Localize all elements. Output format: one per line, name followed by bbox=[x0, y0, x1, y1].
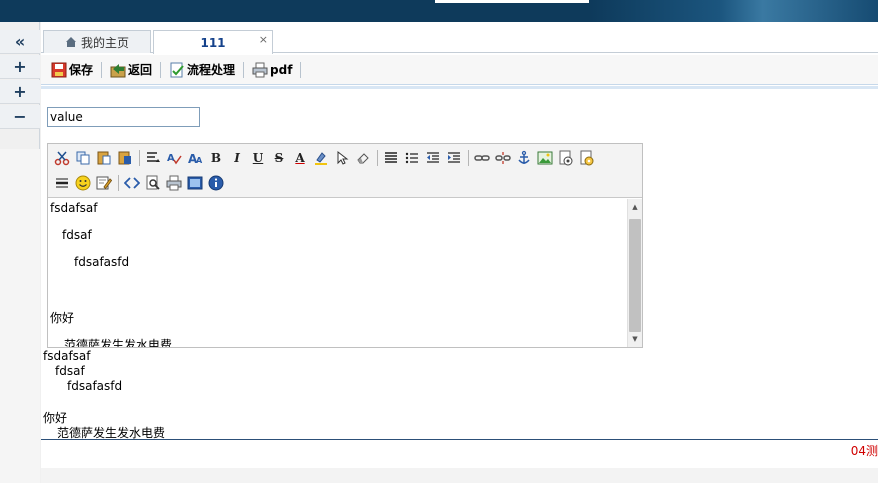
indent-icon[interactable] bbox=[444, 148, 464, 168]
scroll-up-icon[interactable]: ▲ bbox=[628, 200, 642, 214]
link-icon[interactable] bbox=[472, 148, 492, 168]
home-icon bbox=[65, 37, 77, 47]
top-banner bbox=[0, 0, 878, 22]
scroll-thumb[interactable] bbox=[629, 219, 641, 332]
save-icon bbox=[51, 62, 67, 77]
collapse-sidebar-button[interactable]: « bbox=[0, 30, 40, 54]
toolbar-divider bbox=[101, 61, 103, 78]
close-icon[interactable]: × bbox=[259, 33, 268, 46]
toolbar-separator bbox=[377, 150, 378, 166]
strikethrough-icon[interactable]: S bbox=[269, 148, 289, 168]
outdent-icon[interactable] bbox=[423, 148, 443, 168]
justify-icon[interactable] bbox=[381, 148, 401, 168]
editor-scrollbar[interactable]: ▲ ▼ bbox=[627, 199, 642, 347]
source-icon[interactable] bbox=[122, 173, 142, 193]
italic-icon[interactable]: I bbox=[227, 148, 247, 168]
banner-decoration bbox=[590, 0, 878, 22]
svg-text:A: A bbox=[196, 156, 203, 165]
select-icon[interactable] bbox=[332, 148, 352, 168]
expand-button-1[interactable]: + bbox=[0, 55, 40, 79]
template-icon[interactable] bbox=[94, 173, 114, 193]
plus-icon: + bbox=[13, 57, 27, 76]
preview-divider bbox=[41, 439, 878, 440]
plus-icon: + bbox=[13, 82, 27, 101]
status-text: 04测 bbox=[850, 444, 878, 458]
editor-toolbar: A AA B I U S A bbox=[48, 144, 642, 198]
editor-toolbar-row-2 bbox=[52, 172, 227, 194]
about-icon[interactable] bbox=[206, 173, 226, 193]
action-toolbar: 保存 返回 流程处理 pdf bbox=[41, 55, 878, 85]
anchor-icon[interactable] bbox=[514, 148, 534, 168]
toolbar-separator bbox=[118, 175, 119, 191]
tab-bar: 我的主页 111 × bbox=[41, 22, 878, 54]
fullscreen-icon[interactable] bbox=[185, 173, 205, 193]
banner-stripe bbox=[435, 0, 589, 3]
underline-icon[interactable]: U bbox=[248, 148, 268, 168]
toolbar-underline bbox=[41, 86, 878, 89]
rich-text-editor: A AA B I U S A fsdafsaf fdsaf fdsafasfd … bbox=[47, 143, 643, 348]
preview-line: fsdafsaf bbox=[43, 349, 91, 363]
bold-icon[interactable]: B bbox=[206, 148, 226, 168]
left-sidebar: « + + − bbox=[0, 22, 40, 483]
align-icon[interactable] bbox=[143, 148, 163, 168]
toolbar-divider bbox=[160, 61, 162, 78]
editor-line: 你好 bbox=[50, 311, 75, 325]
horizontal-rule-icon[interactable] bbox=[52, 173, 72, 193]
collapse-button[interactable]: − bbox=[0, 105, 40, 129]
pdf-button[interactable]: pdf bbox=[252, 62, 292, 78]
toolbar-divider bbox=[300, 61, 302, 78]
workflow-icon bbox=[170, 62, 184, 77]
preview-line: fdsafasfd bbox=[67, 379, 123, 393]
sidebar-lower-panel bbox=[0, 149, 40, 483]
main-panel: 我的主页 111 × 保存 返回 流程处理 pdf value A A A B … bbox=[41, 22, 878, 483]
print-icon[interactable] bbox=[164, 173, 184, 193]
preview-line: fdsaf bbox=[55, 364, 85, 378]
media-icon[interactable] bbox=[577, 148, 597, 168]
unordered-list-icon[interactable] bbox=[402, 148, 422, 168]
copy-icon[interactable] bbox=[73, 148, 93, 168]
tab-111[interactable]: 111 × bbox=[153, 30, 273, 54]
paste-word-icon[interactable] bbox=[115, 148, 135, 168]
scroll-down-icon[interactable]: ▼ bbox=[628, 332, 642, 346]
double-chevron-left-icon: « bbox=[14, 32, 26, 51]
tab-label: 我的主页 bbox=[80, 35, 129, 50]
editor-line: fdsafasfd bbox=[74, 255, 130, 269]
spellcheck-icon[interactable]: A bbox=[164, 148, 184, 168]
minus-icon: − bbox=[13, 107, 27, 126]
font-color-icon[interactable]: A bbox=[290, 148, 310, 168]
eraser-icon[interactable] bbox=[353, 148, 373, 168]
editor-line: fsdafsaf bbox=[50, 201, 98, 215]
editor-line: fdsaf bbox=[62, 228, 92, 242]
tab-label: 111 bbox=[200, 35, 226, 50]
back-icon bbox=[110, 63, 126, 77]
image-icon[interactable] bbox=[535, 148, 555, 168]
save-button[interactable]: 保存 bbox=[51, 61, 93, 78]
editor-line: 范德萨发生发水电费 bbox=[64, 338, 173, 347]
flash-icon[interactable] bbox=[556, 148, 576, 168]
toolbar-separator bbox=[468, 150, 469, 166]
emoticon-icon[interactable] bbox=[73, 173, 93, 193]
printer-icon bbox=[252, 62, 268, 77]
bottom-bar bbox=[41, 468, 878, 483]
expand-button-2[interactable]: + bbox=[0, 80, 40, 104]
value-field[interactable] bbox=[47, 107, 200, 127]
tab-home[interactable]: 我的主页 bbox=[43, 30, 151, 53]
editor-toolbar-row-1: A AA B I U S A bbox=[52, 147, 598, 169]
toolbar-divider bbox=[243, 61, 245, 78]
content-preview: fsdafsaf fdsaf fdsafasfd 你好 范德萨发生发水电费 bbox=[41, 348, 878, 440]
back-button[interactable]: 返回 bbox=[110, 61, 152, 78]
toolbar-separator bbox=[139, 150, 140, 166]
highlight-icon[interactable] bbox=[311, 148, 331, 168]
editor-content[interactable]: fsdafsaf fdsaf fdsafasfd 你好 范德萨发生发水电费 bbox=[48, 199, 628, 347]
paste-icon[interactable] bbox=[94, 148, 114, 168]
svg-text:A: A bbox=[167, 153, 175, 164]
cut-icon[interactable] bbox=[52, 148, 72, 168]
font-size-icon[interactable]: AA bbox=[185, 148, 205, 168]
preview-icon[interactable] bbox=[143, 173, 163, 193]
unlink-icon[interactable] bbox=[493, 148, 513, 168]
workflow-button[interactable]: 流程处理 bbox=[169, 61, 235, 78]
